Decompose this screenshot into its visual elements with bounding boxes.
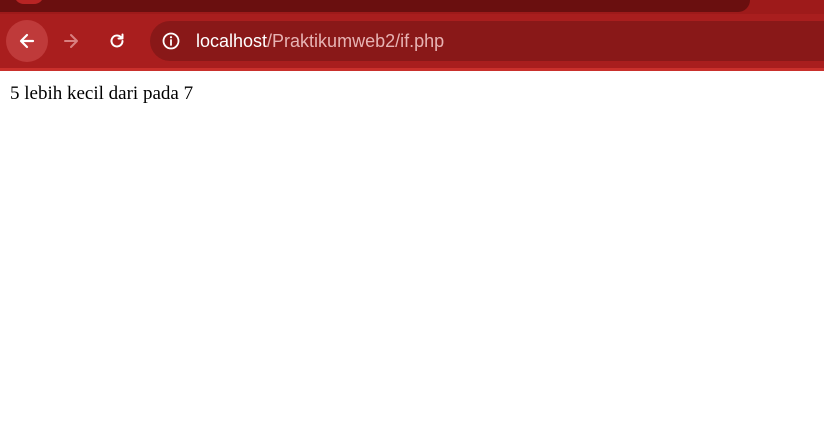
active-tab[interactable] bbox=[0, 0, 750, 12]
reload-icon bbox=[110, 33, 124, 48]
forward-arrow-icon bbox=[64, 34, 78, 48]
url-host: localhost bbox=[196, 31, 268, 51]
page-output-text: 5 lebih kecil dari pada 7 bbox=[10, 83, 194, 104]
info-icon bbox=[162, 32, 180, 50]
forward-button[interactable] bbox=[50, 20, 92, 62]
address-bar[interactable]: localhost/Praktikumweb2/if.php bbox=[150, 21, 824, 61]
back-arrow-icon bbox=[19, 33, 35, 49]
reload-button[interactable] bbox=[96, 20, 138, 62]
url-path: /Praktikumweb2/if.php bbox=[267, 31, 445, 51]
tab-favicon bbox=[14, 0, 44, 4]
back-button[interactable] bbox=[6, 20, 48, 62]
tab-strip bbox=[0, 0, 824, 14]
browser-chrome: localhost/Praktikumweb2/if.php bbox=[0, 0, 824, 71]
site-info-button[interactable] bbox=[160, 30, 182, 52]
browser-toolbar: localhost/Praktikumweb2/if.php bbox=[0, 14, 824, 68]
url-text[interactable]: localhost/Praktikumweb2/if.php bbox=[196, 30, 444, 52]
page-content: 5 lebih kecil dari pada 7 bbox=[0, 71, 824, 445]
